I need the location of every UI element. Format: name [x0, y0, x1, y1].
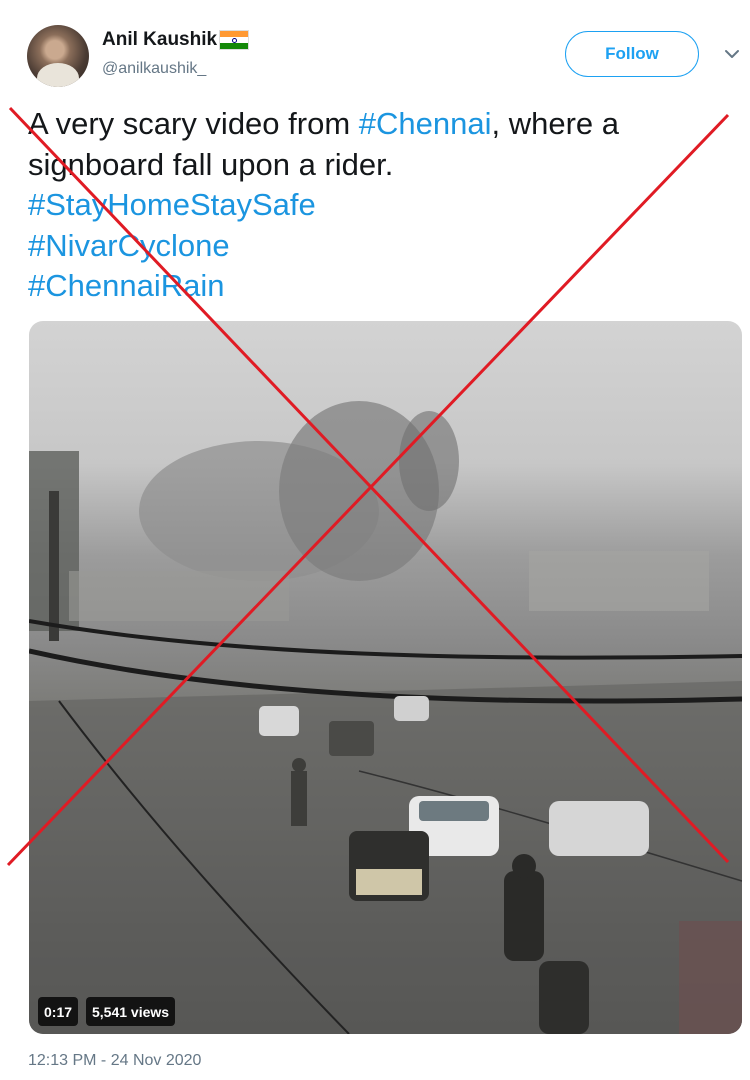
tweet-line: A very scary video from #Chennai, where …: [28, 104, 728, 145]
tweet-line: #ChennaiRain: [28, 266, 728, 307]
tweet-text-segment: signboard fall upon a rider.: [28, 146, 394, 182]
tweet-timestamp[interactable]: 12:13 PM - 24 Nov 2020: [28, 1052, 201, 1070]
tweet-text-segment: A very scary video from: [28, 106, 359, 141]
hashtag-link[interactable]: #NivarCyclone: [28, 228, 230, 263]
hashtag-link[interactable]: #ChennaiRain: [28, 268, 224, 303]
author-name[interactable]: Anil Kaushik: [102, 29, 217, 51]
author-handle[interactable]: @anilkaushik_: [102, 60, 206, 78]
video-views-badge: 5,541 views: [86, 997, 176, 1026]
tweet-text: A very scary video from #Chennai, where …: [28, 104, 728, 307]
follow-button[interactable]: Follow: [565, 31, 699, 77]
author-name-row: Anil Kaushik: [102, 29, 250, 51]
tweet-text-segment: , where a: [491, 106, 620, 141]
video-player[interactable]: [29, 321, 742, 1034]
tweet-line: signboard fall upon a rider.: [28, 145, 728, 186]
chevron-down-icon[interactable]: [722, 44, 742, 64]
video-frame: [29, 401, 742, 1034]
india-flag-icon: [219, 30, 250, 50]
tweet-header: Anil Kaushik @anilkaushik_ Follow: [0, 0, 750, 100]
hashtag-link[interactable]: #StayHomeStaySafe: [28, 187, 316, 222]
hashtag-link[interactable]: #Chennai: [359, 106, 492, 141]
tweet-line: #NivarCyclone: [28, 226, 728, 267]
tweet-line: #StayHomeStaySafe: [28, 185, 728, 226]
avatar[interactable]: [27, 25, 89, 87]
video-duration-badge: 0:17: [38, 997, 79, 1026]
